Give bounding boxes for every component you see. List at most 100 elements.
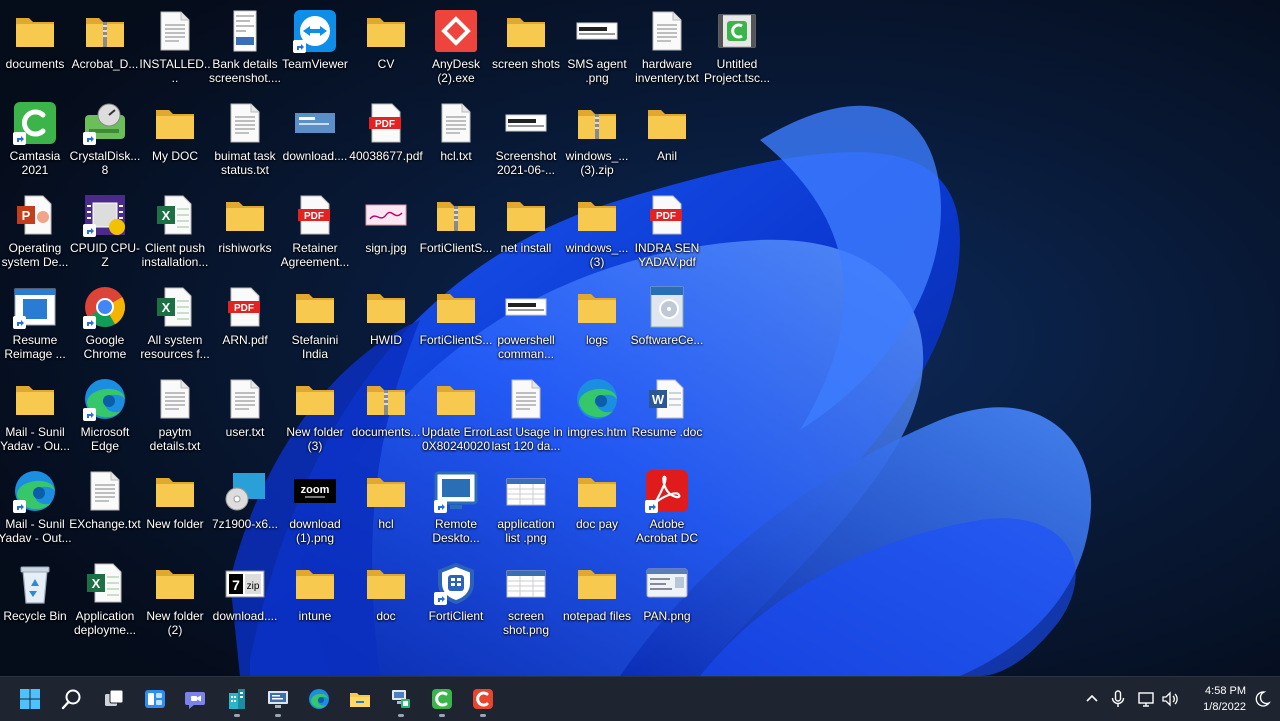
- desktop-icon-hcl[interactable]: hcl: [351, 465, 421, 557]
- desktop-icon-resume-reimage[interactable]: Resume Reimage ...: [0, 281, 70, 373]
- desktop-icon-softwarece[interactable]: SoftwareCe...: [631, 281, 703, 373]
- desktop-icon-installed[interactable]: INSTALLED....: [139, 5, 211, 97]
- start-button[interactable]: [12, 681, 48, 717]
- desktop-icon-powershell-comman[interactable]: powershell comman...: [491, 281, 561, 373]
- desktop-icon-intune[interactable]: intune: [280, 557, 350, 649]
- zipfolder-icon: [83, 9, 127, 53]
- desktop-icon-new-folder[interactable]: New folder: [140, 465, 210, 557]
- teams-chat-button[interactable]: [178, 681, 214, 717]
- app-button-3[interactable]: [383, 681, 419, 717]
- excel-icon: X: [153, 193, 197, 237]
- desktop-icon-client-push-installation[interactable]: X Client push installation...: [140, 189, 210, 281]
- desktop-icon-label: Acrobat_D...: [71, 57, 139, 71]
- shortcut-arrow-icon: [645, 500, 658, 513]
- desktop-icon-download-1-png[interactable]: zoom download (1).png: [280, 465, 350, 557]
- desktop-icon-exchange-txt[interactable]: EXchange.txt: [69, 465, 141, 557]
- desktop-icon-forticlients[interactable]: FortiClientS...: [420, 281, 492, 373]
- desktop-icon-anydesk-2-exe[interactable]: AnyDesk (2).exe: [421, 5, 491, 97]
- desktop-icon-arn-pdf[interactable]: PDF ARN.pdf: [210, 281, 280, 373]
- desktop-icon-resume-doc[interactable]: W Resume .doc: [632, 373, 702, 465]
- desktop-icon-new-folder-3[interactable]: New folder (3): [280, 373, 350, 465]
- desktop-icon-40038677-pdf[interactable]: PDF 40038677.pdf: [349, 97, 423, 189]
- desktop-icon-stefanini-india[interactable]: Stefanini India: [280, 281, 350, 373]
- desktop-icon-acrobat-d[interactable]: Acrobat_D...: [70, 5, 140, 97]
- network-pc-icon: [392, 690, 410, 708]
- desktop-icon-google-chrome[interactable]: Google Chrome: [70, 281, 140, 373]
- desktop-icon-7z1900-x6[interactable]: 7z1900-x6...: [210, 465, 280, 557]
- desktop-icon-paytm-details-txt[interactable]: paytm details.txt: [140, 373, 210, 465]
- desktop-icon-mail-sunil-yadav-ou[interactable]: Mail - Sunil Yadav - Ou...: [0, 373, 70, 465]
- desktop-icon-hwid[interactable]: HWID: [351, 281, 421, 373]
- camtasia-button[interactable]: [424, 681, 460, 717]
- desktop-icon-remote-deskto[interactable]: Remote Deskto...: [421, 465, 491, 557]
- show-hidden-icons-button[interactable]: [1080, 687, 1104, 711]
- desktop-icon-pan-png[interactable]: PAN.png: [632, 557, 702, 649]
- txt-icon: [645, 9, 689, 53]
- desktop-icon-cpuid-cpu-z[interactable]: CPUID CPU-Z: [70, 189, 140, 281]
- desktop-icon-hardware-inventery-txt[interactable]: hardware inventery.txt: [632, 5, 702, 97]
- desktop-icon-imgres-htm[interactable]: imgres.htm: [562, 373, 632, 465]
- desktop-icon-untitled-project-tsc[interactable]: Untitled Project.tsc...: [702, 5, 772, 97]
- app-button-1[interactable]: [219, 681, 255, 717]
- desktop-icon-screen-shot-png[interactable]: screen shot.png: [491, 557, 561, 649]
- desktop-icon-indra-sen-yadav-pdf[interactable]: PDF INDRA SEN YADAV.pdf: [632, 189, 702, 281]
- file-explorer-button[interactable]: [342, 681, 378, 717]
- desktop-icon-retainer-agreement[interactable]: PDF Retainer Agreement...: [280, 189, 350, 281]
- desktop-icon-documents[interactable]: documents: [0, 5, 70, 97]
- desktop-icon-sign-jpg[interactable]: sign.jpg: [351, 189, 421, 281]
- desktop-icon-buimat-task-status-txt[interactable]: buimat task status.txt: [210, 97, 280, 189]
- desktop-icon-hcl-txt[interactable]: hcl.txt: [421, 97, 491, 189]
- notifications-button[interactable]: [1250, 687, 1274, 711]
- desktop-icon-windows-3-zip[interactable]: windows_... (3).zip: [562, 97, 632, 189]
- desktop-icon-windows-3[interactable]: windows_... (3): [562, 189, 632, 281]
- desktop-icon-sms-agent-png[interactable]: SMS agent .png: [562, 5, 632, 97]
- desktop-icon-download[interactable]: download....: [280, 97, 350, 189]
- task-view-button[interactable]: [96, 681, 132, 717]
- desktop-icon-recycle-bin[interactable]: Recycle Bin: [0, 557, 70, 649]
- folder-icon: [223, 193, 267, 237]
- desktop-icon-last-usage-in-last-120-da[interactable]: Last Usage in last 120 da...: [489, 373, 563, 465]
- desktop-icon-user-txt[interactable]: user.txt: [210, 373, 280, 465]
- desktop-icon-screen-shots[interactable]: screen shots: [491, 5, 561, 97]
- clock[interactable]: 4:58 PM 1/8/2022: [1188, 683, 1246, 715]
- desktop-icon-forticlient[interactable]: FortiClient: [421, 557, 491, 649]
- desktop-icon-label: download....: [212, 609, 278, 623]
- search-button[interactable]: [54, 681, 90, 717]
- desktop-icon-update-error-0x80240020[interactable]: Update Error 0X80240020: [421, 373, 491, 465]
- network-button[interactable]: [1134, 687, 1158, 711]
- folder-icon: [293, 377, 337, 421]
- desktop-icon-crystaldisk-8[interactable]: CrystalDisk... 8: [70, 97, 140, 189]
- desktop-icon-mail-sunil-yadav-out[interactable]: Mail - Sunil Yadav - Out...: [0, 465, 72, 557]
- desktop-icon-application-deployme[interactable]: X Application deployme...: [70, 557, 140, 649]
- ppt-icon: P: [13, 193, 57, 237]
- desktop-icon-cv[interactable]: CV: [351, 5, 421, 97]
- desktop-icon-camtasia-2021[interactable]: Camtasia 2021: [0, 97, 70, 189]
- desktop-icon-doc-pay[interactable]: doc pay: [562, 465, 632, 557]
- desktop-icon-rishiworks[interactable]: rishiworks: [210, 189, 280, 281]
- desktop-icon-doc[interactable]: doc: [351, 557, 421, 649]
- desktop-icon-operating-system-de[interactable]: P Operating system De...: [0, 189, 70, 281]
- desktop-icon-anil[interactable]: Anil: [632, 97, 702, 189]
- desktop-icon-teamviewer[interactable]: TeamViewer: [280, 5, 350, 97]
- desktop-icon-adobe-acrobat-dc[interactable]: Adobe Acrobat DC: [632, 465, 702, 557]
- volume-button[interactable]: [1158, 687, 1182, 711]
- desktop-icon-net-install[interactable]: net install: [491, 189, 561, 281]
- desktop-icon-documents[interactable]: documents...: [351, 373, 421, 465]
- edge-button[interactable]: [301, 681, 337, 717]
- widgets-button[interactable]: [137, 681, 173, 717]
- microphone-button[interactable]: [1106, 687, 1130, 711]
- zipfolder-icon: [575, 101, 619, 145]
- desktop-icon-logs[interactable]: logs: [562, 281, 632, 373]
- desktop-icon-forticlients[interactable]: FortiClientS...: [420, 189, 492, 281]
- desktop-icon-new-folder-2[interactable]: New folder (2): [140, 557, 210, 649]
- camtasia-recorder-button[interactable]: [465, 681, 501, 717]
- desktop-icon-notepad-files[interactable]: notepad files: [562, 557, 632, 649]
- desktop-icon-screenshot-2021-06[interactable]: Screenshot 2021-06-...: [491, 97, 561, 189]
- desktop-icon-all-system-resources-f[interactable]: X All system resources f...: [140, 281, 210, 373]
- desktop-icon-application-list-png[interactable]: application list .png: [491, 465, 561, 557]
- desktop-icon-download[interactable]: 7 zip download....: [210, 557, 280, 649]
- app-button-2[interactable]: [260, 681, 296, 717]
- desktop-icon-bank-details-screenshot[interactable]: Bank details screenshot....: [209, 5, 281, 97]
- desktop-icon-microsoft-edge[interactable]: Microsoft Edge: [70, 373, 140, 465]
- desktop-icon-my-doc[interactable]: My DOC: [140, 97, 210, 189]
